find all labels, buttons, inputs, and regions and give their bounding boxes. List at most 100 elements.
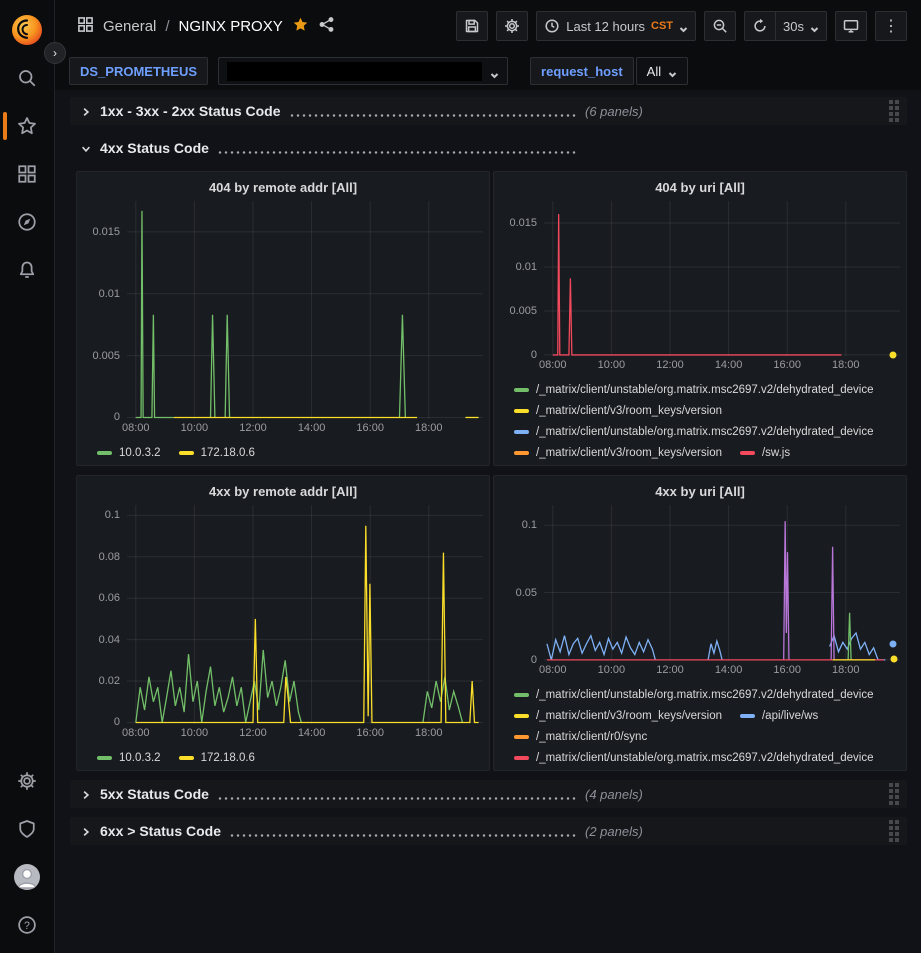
favorite-star-icon[interactable] <box>292 16 309 37</box>
row-drag-handle[interactable] <box>889 820 899 842</box>
legend-item[interactable]: 10.0.3.2 <box>97 447 161 459</box>
y-tick-label: 0.1 <box>522 519 537 531</box>
datasource-variable-label[interactable]: DS_PROMETHEUS <box>69 57 208 85</box>
x-tick-label: 18:00 <box>832 359 860 371</box>
sidebar-expand-button[interactable]: › <box>44 42 66 64</box>
cycle-view-mode-button[interactable] <box>835 11 867 41</box>
breadcrumb-separator: / <box>165 18 169 35</box>
row-1xx-2xx-3xx[interactable]: 1xx - 3xx - 2xx Status Code (6 panels) <box>70 97 907 125</box>
panel-title[interactable]: 404 by remote addr [All] <box>83 177 483 201</box>
x-tick-label: 08:00 <box>539 359 567 371</box>
time-range-picker[interactable]: Last 12 hours CST <box>536 11 696 41</box>
legend-series-label: 10.0.3.2 <box>119 447 161 459</box>
sidebar-bottom: ? <box>0 757 54 953</box>
plot-area[interactable] <box>127 201 483 419</box>
variables-bar: DS_PROMETHEUS request_host All <box>55 52 921 90</box>
legend-item[interactable]: /_matrix/client/v3/room_keys/version <box>514 710 722 722</box>
series-endpoint-dot <box>891 655 898 662</box>
plot-area[interactable] <box>544 505 900 661</box>
panel-legend: /_matrix/client/unstable/org.matrix.msc2… <box>500 681 900 766</box>
panel-grid: 404 by remote addr [All] 00.0050.010.015… <box>70 171 907 771</box>
sidebar-item-starred[interactable] <box>0 102 54 150</box>
legend-series-label: /_matrix/client/unstable/org.matrix.msc2… <box>536 752 874 764</box>
request-host-variable-label[interactable]: request_host <box>530 57 634 85</box>
legend-item[interactable]: /_matrix/client/unstable/org.matrix.msc2… <box>514 752 874 764</box>
user-avatar <box>14 864 40 890</box>
apps-grid-icon[interactable] <box>77 16 94 37</box>
legend-series-label: /sw.js <box>762 447 790 459</box>
time-range-label: Last 12 hours <box>566 19 645 34</box>
svg-text:?: ? <box>24 920 30 932</box>
chart-panel: 404 by remote addr [All] 00.0050.010.015… <box>76 171 490 466</box>
row-5xx[interactable]: 5xx Status Code (4 panels) <box>70 780 907 808</box>
zoom-out-button[interactable] <box>704 11 736 41</box>
row-drag-handle[interactable] <box>889 100 899 122</box>
legend-series-color <box>740 714 755 718</box>
legend-item[interactable]: 172.18.0.6 <box>179 752 255 764</box>
legend-item[interactable]: /_matrix/client/unstable/org.matrix.msc2… <box>514 384 874 396</box>
more-options-kebab[interactable]: ⋮ <box>875 11 907 41</box>
legend-item[interactable]: 172.18.0.6 <box>179 447 255 459</box>
row-6xx[interactable]: 6xx > Status Code (2 panels) <box>70 817 907 845</box>
request-host-variable: request_host All <box>530 57 688 85</box>
sidebar-item-alerting[interactable] <box>0 246 54 294</box>
y-tick-label: 0.06 <box>99 592 120 604</box>
breadcrumb-folder[interactable]: General <box>103 18 156 35</box>
grafana-logo-icon <box>12 15 42 45</box>
legend-item[interactable]: /sw.js <box>740 447 790 459</box>
legend-item[interactable]: 10.0.3.2 <box>97 752 161 764</box>
sidebar-item-configuration[interactable] <box>0 757 54 805</box>
sidebar-item-profile[interactable] <box>0 853 54 901</box>
series-line <box>553 214 842 355</box>
legend-item[interactable]: /_matrix/client/v3/room_keys/version <box>514 447 722 459</box>
x-tick-label: 08:00 <box>122 727 150 739</box>
chevron-down-icon <box>679 22 688 31</box>
series-line <box>830 633 886 660</box>
legend-item[interactable]: /api/live/ws <box>740 710 818 722</box>
row-drag-handle[interactable] <box>889 783 899 805</box>
x-tick-label: 10:00 <box>181 727 209 739</box>
sidebar-item-dashboards[interactable] <box>0 150 54 198</box>
sidebar-item-help[interactable]: ? <box>0 901 54 949</box>
breadcrumb-dashboard-title[interactable]: NGINX PROXY <box>179 18 283 35</box>
y-tick-label: 0.005 <box>92 350 120 362</box>
y-tick-label: 0.02 <box>99 675 120 687</box>
row-4xx[interactable]: 4xx Status Code <box>70 134 907 162</box>
sidebar-item-search[interactable] <box>0 54 54 102</box>
chevron-right-icon <box>80 105 92 117</box>
panel-title[interactable]: 4xx by uri [All] <box>500 481 900 505</box>
x-tick-label: 18:00 <box>415 422 443 434</box>
sidebar-item-server-admin[interactable] <box>0 805 54 853</box>
series-line <box>399 315 405 418</box>
panel-title[interactable]: 4xx by remote addr [All] <box>83 481 483 505</box>
request-host-select[interactable]: All <box>636 57 688 85</box>
grafana-app: ? › General / NGINX PROXY <box>0 0 921 953</box>
row-panel-count: (6 panels) <box>585 104 643 119</box>
legend-item[interactable]: /_matrix/client/v3/room_keys/version <box>514 405 722 417</box>
timezone-label: CST <box>651 20 673 32</box>
legend-series-color <box>514 451 529 455</box>
dashboard-settings-button[interactable] <box>496 11 528 41</box>
save-floppy-icon <box>464 18 480 34</box>
x-axis-labels: 08:0010:0012:0014:0016:0018:00 <box>544 664 900 681</box>
share-icon[interactable] <box>318 16 335 37</box>
panel-title[interactable]: 404 by uri [All] <box>500 177 900 201</box>
refresh-interval-dropdown[interactable]: 30s <box>775 11 827 41</box>
refresh-button[interactable] <box>744 11 775 41</box>
clock-icon <box>544 18 560 34</box>
plot-area[interactable] <box>127 505 483 724</box>
save-dashboard-button[interactable] <box>456 11 488 41</box>
sidebar-item-explore[interactable] <box>0 198 54 246</box>
datasource-select[interactable] <box>218 57 508 85</box>
legend-series-color <box>179 451 194 455</box>
y-tick-label: 0 <box>114 716 120 728</box>
x-axis-labels: 08:0010:0012:0014:0016:0018:00 <box>127 727 483 744</box>
legend-item[interactable]: /_matrix/client/r0/sync <box>514 731 647 743</box>
legend-item[interactable]: /_matrix/client/unstable/org.matrix.msc2… <box>514 426 874 438</box>
legend-item[interactable]: /_matrix/client/unstable/org.matrix.msc2… <box>514 689 874 701</box>
legend-series-label: /_matrix/client/v3/room_keys/version <box>536 710 722 722</box>
x-tick-label: 16:00 <box>356 422 384 434</box>
x-tick-label: 14:00 <box>715 359 743 371</box>
plot-area[interactable] <box>544 201 900 356</box>
y-tick-label: 0.05 <box>516 587 537 599</box>
